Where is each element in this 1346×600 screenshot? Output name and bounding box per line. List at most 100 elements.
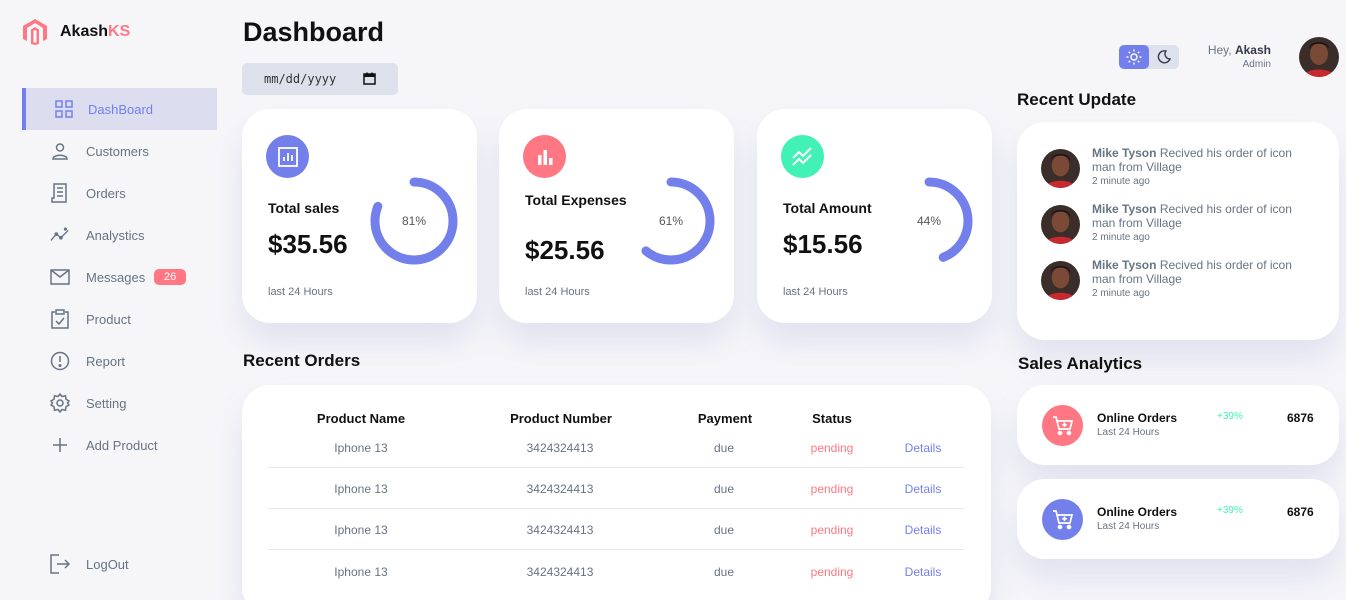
product-number-cell: 3424324413 [526, 522, 594, 537]
logout-icon [50, 554, 70, 574]
dark-mode-icon[interactable] [1149, 45, 1179, 69]
column-header: Status [812, 411, 852, 426]
sidebar-item-label: Product [86, 311, 131, 327]
sales-item-title: Online Orders [1097, 505, 1178, 519]
sidebar-item-report[interactable]: Report [22, 340, 217, 382]
update-time: 2 minute ago [1092, 288, 1150, 299]
column-header: Product Name [316, 411, 406, 426]
card-label: Total sales [268, 200, 340, 216]
update-avatar [1041, 261, 1080, 300]
sidebar-item-label: LogOut [86, 556, 129, 572]
date-placeholder: mm/dd/yyyy [264, 72, 337, 86]
sidebar-item-product[interactable]: Product [22, 298, 217, 340]
theme-toggle[interactable] [1119, 45, 1179, 69]
profile-info: Hey, Akash Admin [1208, 43, 1271, 70]
details-link[interactable]: Details [882, 427, 964, 468]
product-name-cell: Iphone 13 [334, 564, 388, 579]
person-icon [50, 141, 70, 161]
sidebar-item-orders[interactable]: Orders [22, 172, 217, 214]
sales-item-change: +39% [1217, 411, 1243, 422]
sidebar-item-dashboard[interactable]: DashBoard [22, 88, 217, 130]
recent-orders-table: Product Name Product Number Payment Stat… [242, 385, 991, 600]
mail-icon [50, 267, 70, 287]
details-link[interactable]: Details [882, 468, 964, 509]
page-title: Dashboard [243, 17, 385, 47]
avatar[interactable] [1299, 37, 1339, 77]
total-sales-card: Total sales $35.56 81% last 24 Hours [242, 109, 477, 323]
sidebar-item-logout[interactable]: LogOut [22, 543, 217, 585]
message-count-badge: 26 [154, 269, 187, 285]
total-expenses-card: Total Expenses $25.56 61% last 24 Hours [499, 109, 734, 323]
settings-icon [50, 393, 70, 413]
product-number-cell: 3424324413 [526, 564, 594, 579]
shopping-cart-icon [1042, 405, 1083, 446]
card-label: Total Amount [783, 200, 872, 216]
insights-icon [50, 225, 70, 245]
sidebar-item-label: Setting [86, 395, 127, 411]
status-cell: pending [810, 522, 854, 537]
stacked-line-chart-icon [781, 135, 824, 178]
update-text: Mike Tyson Recived his order of icon man… [1092, 146, 1292, 174]
sidebar-item-label: Messages [86, 269, 146, 285]
card-period: last 24 Hours [783, 286, 848, 298]
status-cell: pending [810, 440, 854, 455]
sales-item-count: 6876 [1287, 411, 1314, 425]
sidebar-item-setting[interactable]: Setting [22, 382, 217, 424]
update-avatar [1041, 149, 1080, 188]
sales-item-subtitle: Last 24 Hours [1097, 521, 1160, 532]
details-link[interactable]: Details [882, 551, 964, 592]
payment-cell: due [713, 440, 735, 455]
status-cell: pending [810, 564, 854, 579]
table-row: Iphone 13 3424324413 due pending Details [268, 468, 964, 509]
user-role: Admin [1242, 59, 1271, 70]
sidebar-item-analytics[interactable]: Analystics [22, 214, 217, 256]
total-amount-card: Total Amount $15.56 44% last 24 Hours [757, 109, 992, 323]
sales-item-subtitle: Last 24 Hours [1097, 427, 1160, 438]
date-input[interactable]: mm/dd/yyyy [242, 63, 398, 95]
calendar-icon[interactable] [363, 72, 376, 88]
product-number-cell: 3424324413 [526, 440, 594, 455]
update-text: Mike Tyson Recived his order of icon man… [1092, 258, 1292, 286]
sidebar-item-customers[interactable]: Customers [22, 130, 217, 172]
payment-cell: due [713, 522, 735, 537]
online-orders-card: Online Orders Last 24 Hours +39% 6876 [1017, 385, 1339, 465]
light-mode-icon[interactable] [1119, 45, 1149, 69]
update-time: 2 minute ago [1092, 232, 1150, 243]
card-label: Total Expenses [525, 192, 627, 208]
sidebar-item-label: Customers [86, 143, 149, 159]
brand-name: AkashKS [60, 23, 131, 40]
shopping-cart-icon [1042, 499, 1083, 540]
update-text: Mike Tyson Recived his order of icon man… [1092, 202, 1292, 230]
sidebar-item-messages[interactable]: Messages 26 [22, 256, 217, 298]
column-header: Product Number [510, 411, 612, 426]
progress-percent: 44% [916, 214, 942, 228]
sidebar-item-add-product[interactable]: Add Product [22, 424, 217, 466]
update-item: Mike Tyson Recived his order of icon man… [1041, 146, 1321, 190]
update-avatar [1041, 205, 1080, 244]
product-name-cell: Iphone 13 [334, 440, 388, 455]
card-value: $35.56 [268, 229, 348, 259]
report-icon [50, 351, 70, 371]
card-period: last 24 Hours [525, 286, 590, 298]
table-row: Iphone 13 3424324413 due pending Details [268, 427, 964, 468]
progress-percent: 81% [401, 214, 427, 228]
bar-chart-icon [523, 135, 566, 178]
online-orders-card: Online Orders Last 24 Hours +39% 6876 [1017, 479, 1339, 559]
brand-logo[interactable]: AkashKS [22, 18, 130, 46]
details-link[interactable]: Details [882, 509, 964, 550]
recent-orders-title: Recent Orders [243, 351, 361, 370]
progress-percent: 61% [658, 214, 684, 228]
table-row: Iphone 13 3424324413 due pending Details [268, 551, 964, 592]
receipt-icon [50, 183, 70, 203]
sales-analytics-title: Sales Analytics [1018, 354, 1143, 373]
analytics-icon [266, 135, 309, 178]
add-icon [50, 435, 70, 455]
sidebar-item-label: DashBoard [88, 101, 154, 117]
table-row: Iphone 13 3424324413 due pending Details [268, 509, 964, 550]
sales-item-change: +39% [1217, 505, 1243, 516]
recent-update-panel: Mike Tyson Recived his order of icon man… [1017, 122, 1339, 340]
grid-icon [54, 99, 74, 119]
status-cell: pending [810, 481, 854, 496]
sidebar-item-label: Report [86, 353, 126, 369]
product-name-cell: Iphone 13 [334, 522, 388, 537]
